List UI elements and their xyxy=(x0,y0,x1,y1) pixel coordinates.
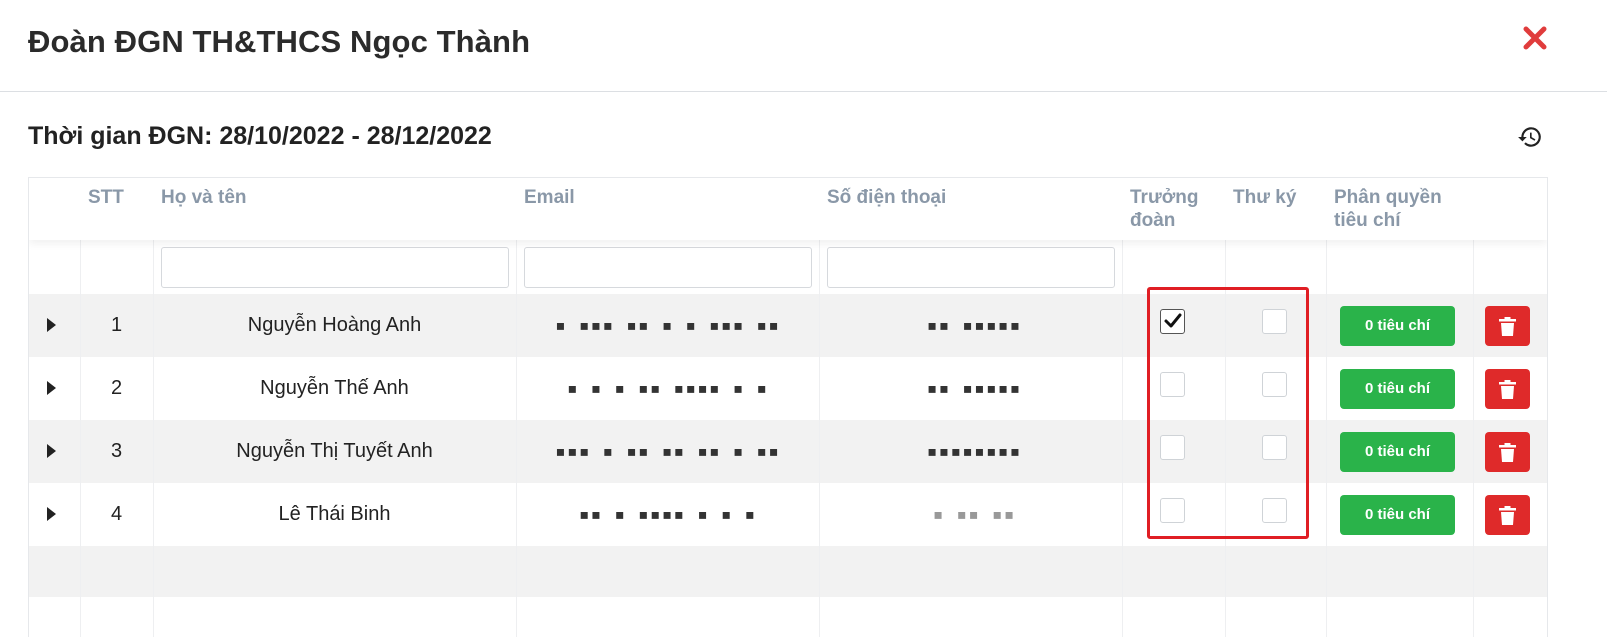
criteria-button[interactable]: 0 tiêu chí xyxy=(1340,495,1455,535)
row-name: Nguyễn Thế Anh xyxy=(260,377,409,399)
row-phone: ▪▪▪▪▪▪▪▪ xyxy=(926,441,1022,462)
table-row: 2 Nguyễn Thế Anh ▪ ▪ ▪ ▪▪ ▪▪▪▪ ▪ ▪ ▪▪ ▪▪… xyxy=(29,357,1547,420)
row-stt: 3 xyxy=(110,440,123,462)
row-name: Nguyễn Thị Tuyết Anh xyxy=(236,440,433,462)
members-table: STT Họ và tên Email Số điện thoại Trưởng… xyxy=(28,177,1548,637)
row-stt: 2 xyxy=(110,377,123,399)
secretary-checkbox[interactable] xyxy=(1262,309,1287,334)
row-phone: ▪▪ ▪▪▪▪▪ xyxy=(926,378,1022,399)
leader-checkbox[interactable] xyxy=(1160,372,1185,397)
column-phone: Số điện thoại xyxy=(827,187,947,208)
column-leader: Trưởng đoàn xyxy=(1130,186,1198,232)
row-name: Lê Thái Binh xyxy=(278,503,391,525)
expand-row-icon[interactable] xyxy=(47,381,56,395)
expand-row-icon[interactable] xyxy=(47,444,56,458)
empty-row xyxy=(29,546,1547,597)
delete-button[interactable] xyxy=(1485,432,1530,472)
checkmark-icon xyxy=(1164,313,1182,328)
trash-icon xyxy=(1499,506,1516,525)
row-phone: ▪ ▪▪ ▪▪ xyxy=(932,504,1016,525)
table-row: 4 Lê Thái Binh ▪▪ ▪ ▪▪▪▪ ▪ ▪ ▪ ▪ ▪▪ ▪▪ 0… xyxy=(29,483,1547,546)
column-permission: Phân quyền tiêu chí xyxy=(1334,186,1442,232)
trash-icon xyxy=(1499,317,1516,336)
column-secretary: Thư ký xyxy=(1233,187,1297,208)
row-name: Nguyễn Hoàng Anh xyxy=(247,314,422,336)
delete-button[interactable] xyxy=(1485,495,1530,535)
criteria-button[interactable]: 0 tiêu chí xyxy=(1340,369,1455,409)
modal-header: Đoàn ĐGN TH&THCS Ngọc Thành xyxy=(0,0,1607,92)
leader-checkbox[interactable] xyxy=(1160,498,1185,523)
close-icon[interactable] xyxy=(1521,24,1549,52)
expand-row-icon[interactable] xyxy=(47,318,56,332)
table-row: 1 Nguyễn Hoàng Anh ▪ ▪▪▪ ▪▪ ▪ ▪ ▪▪▪ ▪▪ ▪… xyxy=(29,294,1547,357)
row-email: ▪ ▪ ▪ ▪▪ ▪▪▪▪ ▪ ▪ xyxy=(566,378,769,399)
row-email: ▪▪▪ ▪ ▪▪ ▪▪ ▪▪ ▪ ▪▪ xyxy=(555,441,780,462)
column-leader-line2: đoàn xyxy=(1130,210,1176,231)
phone-filter-input[interactable] xyxy=(827,247,1115,288)
leader-checkbox[interactable] xyxy=(1160,309,1185,334)
expand-row-icon[interactable] xyxy=(47,507,56,521)
filter-row xyxy=(29,240,1547,294)
secretary-checkbox[interactable] xyxy=(1262,372,1287,397)
evaluation-period: Thời gian ĐGN: 28/10/2022 - 28/12/2022 xyxy=(28,122,492,150)
delete-button[interactable] xyxy=(1485,369,1530,409)
modal-title: Đoàn ĐGN TH&THCS Ngọc Thành xyxy=(28,24,531,59)
table-row: 3 Nguyễn Thị Tuyết Anh ▪▪▪ ▪ ▪▪ ▪▪ ▪▪ ▪ … xyxy=(29,420,1547,483)
trash-icon xyxy=(1499,443,1516,462)
row-stt: 4 xyxy=(110,503,123,525)
column-stt: STT xyxy=(88,187,124,208)
history-icon[interactable] xyxy=(1517,124,1543,150)
column-permission-line1: Phân quyền xyxy=(1334,187,1442,208)
column-leader-line1: Trưởng xyxy=(1130,187,1199,208)
secretary-checkbox[interactable] xyxy=(1262,498,1287,523)
column-permission-line2: tiêu chí xyxy=(1334,210,1401,231)
row-email: ▪▪ ▪ ▪▪▪▪ ▪ ▪ ▪ xyxy=(578,504,757,525)
email-filter-input[interactable] xyxy=(524,247,812,288)
trash-icon xyxy=(1499,380,1516,399)
delete-button[interactable] xyxy=(1485,306,1530,346)
column-name: Họ và tên xyxy=(161,187,247,208)
leader-checkbox[interactable] xyxy=(1160,435,1185,460)
row-email: ▪ ▪▪▪ ▪▪ ▪ ▪ ▪▪▪ ▪▪ xyxy=(555,315,780,336)
name-filter-input[interactable] xyxy=(161,247,509,288)
criteria-button[interactable]: 0 tiêu chí xyxy=(1340,306,1455,346)
secretary-checkbox[interactable] xyxy=(1262,435,1287,460)
row-phone: ▪▪ ▪▪▪▪▪ xyxy=(926,315,1022,336)
criteria-button[interactable]: 0 tiêu chí xyxy=(1340,432,1455,472)
row-stt: 1 xyxy=(110,314,123,336)
column-email: Email xyxy=(524,187,575,208)
table-header: STT Họ và tên Email Số điện thoại Trưởng… xyxy=(29,178,1547,240)
